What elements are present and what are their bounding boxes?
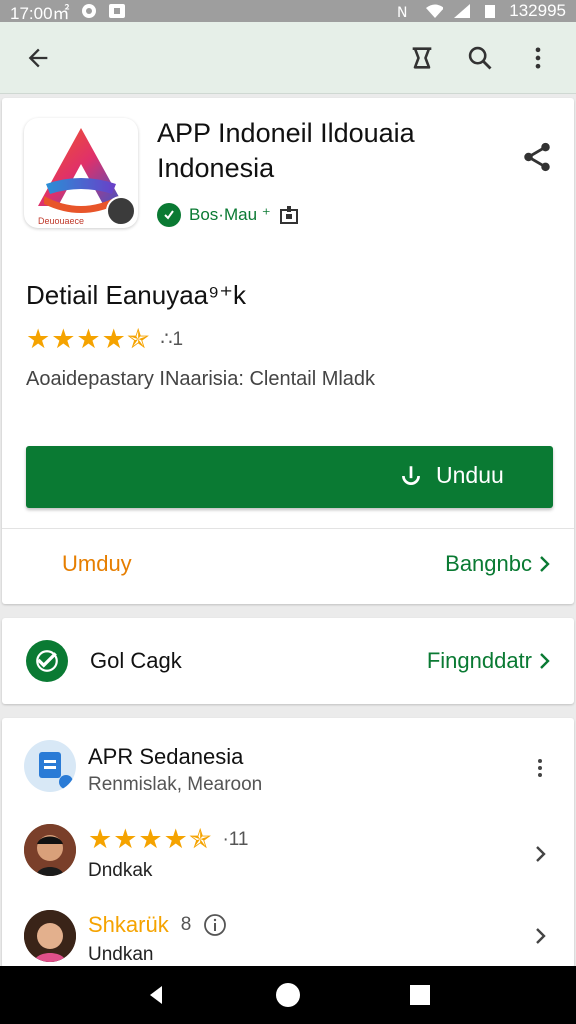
battery-icon	[481, 4, 499, 18]
developer-name: Bos·Mau ⁺	[189, 205, 271, 224]
app-details-card: Deuouaece APP Indoneil Ildouaia Indonesi…	[2, 98, 574, 604]
shield-check-icon	[26, 640, 68, 682]
verified-icon	[157, 203, 181, 227]
svg-text:N: N	[397, 5, 407, 18]
list-item[interactable]: Shkarük 8 Undkan	[2, 894, 574, 974]
rating-stars: ★★★★✯	[26, 324, 151, 354]
row-title: APR Sedanesia	[88, 744, 244, 769]
app-title: APP Indoneil Ildouaia Indonesia	[157, 116, 487, 186]
install-label: Unduu	[436, 462, 504, 488]
more-vert-icon[interactable]	[528, 756, 552, 780]
back-arrow-icon	[28, 48, 48, 67]
nav-recents-button[interactable]	[400, 975, 440, 1015]
app-title-line1: APP Indoneil Ildouaia	[157, 118, 415, 148]
search-button[interactable]	[460, 38, 500, 78]
developer-avatar	[106, 196, 136, 226]
reviews-card: APR Sedanesia Renmislak, Mearoon ★★★★✯ ·…	[2, 718, 574, 968]
review-title: Shkarük 8	[88, 912, 227, 938]
app-title-line2: Indonesia	[157, 153, 275, 183]
install-button[interactable]: Unduu	[26, 446, 553, 508]
link-right[interactable]: Bangnbc	[445, 551, 552, 577]
rating-count: ∴1	[160, 329, 184, 350]
nav-back-icon	[150, 986, 162, 1004]
review-name: Undkan	[88, 944, 154, 965]
nav-back-button[interactable]	[136, 975, 176, 1015]
rating-row: ★★★★✯ ∴1	[26, 324, 183, 355]
search-icon	[468, 46, 492, 69]
status-bar: 17:00㎡ N 132995	[0, 0, 576, 23]
nfc-icon: N	[397, 4, 415, 18]
share-icon	[524, 142, 550, 172]
safety-card[interactable]: Gol Cagk Fingnddatr	[2, 618, 574, 704]
safety-link[interactable]: Fingnddatr	[427, 648, 552, 674]
review-count: ·11	[222, 828, 249, 850]
review-title-label: Shkarük	[88, 912, 169, 937]
nav-recents-icon	[410, 985, 430, 1005]
app-bar	[0, 22, 576, 94]
bookmark-button[interactable]	[402, 38, 442, 78]
app-icon-label: Deuouaece	[38, 216, 85, 226]
link-left[interactable]: Umduy	[62, 551, 132, 577]
status-right-text: 132995	[509, 1, 566, 20]
more-vert-icon	[535, 47, 541, 68]
list-item[interactable]: ★★★★✯ ·11 Dndkak	[2, 812, 574, 892]
review-rating: ★★★★✯ ·11	[88, 824, 249, 855]
link-right-label: Bangnbc	[445, 551, 532, 576]
row-subtitle: Renmislak, Mearoon	[88, 774, 263, 795]
chevron-right-icon	[540, 556, 550, 572]
share-button[interactable]	[520, 140, 554, 174]
back-button[interactable]	[18, 38, 58, 78]
notification-dot-icon	[80, 4, 98, 18]
avatar	[24, 910, 76, 962]
chevron-right-icon[interactable]	[528, 842, 552, 866]
safety-label: Gol Cagk	[90, 648, 182, 673]
details-heading: Detiail Eanuyaa⁹⁺k	[26, 280, 246, 310]
signal-icon	[453, 4, 471, 18]
status-time: 17:00㎡	[10, 3, 70, 23]
nav-home-button[interactable]	[268, 975, 308, 1015]
review-stars: ★★★★✯	[88, 824, 213, 854]
developer-row[interactable]: Bos·Mau ⁺	[157, 203, 299, 227]
links-row: Umduy Bangnbc	[2, 528, 574, 602]
nav-home-icon	[276, 983, 300, 1007]
review-title-count: 8	[180, 914, 192, 935]
wifi-icon	[425, 4, 444, 18]
safety-link-label: Fingnddatr	[426, 648, 532, 673]
chevron-right-icon[interactable]	[528, 924, 552, 948]
app-description: Aoaidepastary INaarisia: Clentail Mladk	[26, 368, 376, 390]
notification-box-icon	[108, 4, 126, 18]
review-name: Dndkak	[88, 860, 153, 881]
bookmark-icon	[412, 46, 432, 69]
document-icon	[39, 752, 73, 789]
avatar	[24, 824, 76, 876]
chevron-right-icon	[540, 653, 550, 669]
more-options-button[interactable]	[518, 38, 558, 78]
system-nav-bar	[0, 966, 576, 1024]
list-item[interactable]: APR Sedanesia Renmislak, Mearoon	[2, 728, 574, 808]
info-icon	[204, 914, 227, 936]
app-avatar	[24, 740, 76, 792]
download-icon	[402, 465, 420, 485]
badge-icon	[279, 205, 299, 225]
